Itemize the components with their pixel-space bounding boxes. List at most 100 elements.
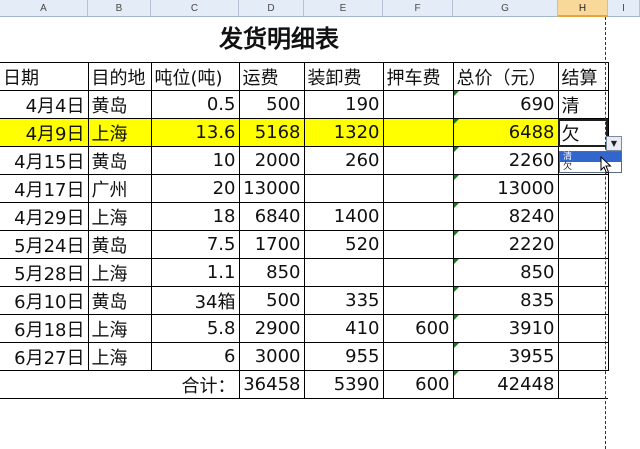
sheet-title[interactable]: 发货明细表 — [0, 18, 558, 61]
header-cell-date[interactable]: 日期 — [0, 62, 89, 91]
cell-settle[interactable]: 欠 — [557, 118, 609, 147]
cell-settle[interactable] — [557, 342, 609, 371]
totals-label[interactable]: 合计： — [0, 370, 239, 399]
cell-settle[interactable]: 清 — [557, 90, 609, 119]
cell-loading[interactable] — [303, 258, 384, 287]
cell-freight[interactable]: 1700 — [238, 230, 305, 259]
cell-freight[interactable]: 500 — [238, 90, 305, 119]
cell-freight[interactable]: 2900 — [238, 314, 305, 343]
cell-escort[interactable]: 600 — [382, 314, 454, 343]
cell-tons[interactable]: 13.6 — [150, 118, 240, 147]
cell-loading[interactable]: 955 — [303, 342, 384, 371]
header-cell-freight[interactable]: 运费 — [238, 62, 305, 91]
cell-tons[interactable]: 1.1 — [150, 258, 240, 287]
validation-dropdown-list[interactable]: 清 欠 — [559, 151, 622, 173]
cell-total[interactable]: 835 — [452, 286, 559, 315]
header-cell-loading[interactable]: 装卸费 — [303, 62, 384, 91]
header-cell-escort[interactable]: 押车费 — [382, 62, 454, 91]
cell-total[interactable]: 8240 — [452, 202, 559, 231]
cell-freight[interactable]: 6840 — [238, 202, 305, 231]
cell-escort[interactable] — [382, 146, 454, 175]
cell-dest[interactable]: 上海 — [87, 314, 152, 343]
cell-date[interactable]: 4月4日 — [0, 90, 89, 119]
cell-dest[interactable]: 黄岛 — [87, 286, 152, 315]
cell-dest[interactable]: 上海 — [87, 258, 152, 287]
cell-dest[interactable]: 黄岛 — [87, 146, 152, 175]
cell-escort[interactable] — [382, 258, 454, 287]
cell-date[interactable]: 4月15日 — [0, 146, 89, 175]
cell-freight[interactable]: 2000 — [238, 146, 305, 175]
cell-escort[interactable] — [382, 118, 454, 147]
cell-total[interactable]: 690 — [452, 90, 559, 119]
cell-loading[interactable]: 260 — [303, 146, 384, 175]
cell-freight[interactable]: 13000 — [238, 174, 305, 203]
column-header-b[interactable]: B — [88, 0, 151, 17]
cell-freight[interactable]: 5168 — [238, 118, 305, 147]
cell-total[interactable]: 6488 — [452, 118, 559, 147]
cell-loading[interactable]: 1400 — [303, 202, 384, 231]
cell-total[interactable]: 850 — [452, 258, 559, 287]
cell-date[interactable]: 4月29日 — [0, 202, 89, 231]
cell-escort[interactable] — [382, 286, 454, 315]
cell-escort[interactable] — [382, 202, 454, 231]
cell-date[interactable]: 6月27日 — [0, 342, 89, 371]
cell-tons[interactable]: 20 — [150, 174, 240, 203]
cell-total[interactable]: 13000 — [452, 174, 559, 203]
cell-dest[interactable]: 上海 — [87, 342, 152, 371]
cell-tons[interactable]: 34箱 — [150, 286, 240, 315]
cell-freight[interactable]: 3000 — [238, 342, 305, 371]
cell-tons[interactable]: 5.8 — [150, 314, 240, 343]
cell-escort[interactable] — [382, 230, 454, 259]
total-grand[interactable]: 42448 — [452, 370, 559, 399]
cell-loading[interactable]: 335 — [303, 286, 384, 315]
column-header-a[interactable]: A — [0, 0, 88, 17]
column-header-h[interactable]: H — [558, 0, 608, 17]
total-freight[interactable]: 36458 — [238, 370, 305, 399]
total-settle-empty[interactable] — [558, 370, 608, 399]
header-cell-tons[interactable]: 吨位(吨) — [150, 62, 240, 91]
cell-dest[interactable]: 上海 — [87, 118, 152, 147]
cell-dest[interactable]: 黄岛 — [87, 90, 152, 119]
cell-loading[interactable]: 1320 — [303, 118, 384, 147]
cell-date[interactable]: 5月28日 — [0, 258, 89, 287]
total-escort[interactable]: 600 — [382, 370, 454, 399]
header-cell-settle[interactable]: 结算 — [557, 62, 609, 91]
cell-escort[interactable] — [382, 342, 454, 371]
cell-loading[interactable]: 190 — [303, 90, 384, 119]
cell-tons[interactable]: 0.5 — [150, 90, 240, 119]
cell-tons[interactable]: 7.5 — [150, 230, 240, 259]
cell-date[interactable]: 5月24日 — [0, 230, 89, 259]
cell-total[interactable]: 2260 — [452, 146, 559, 175]
cell-loading[interactable]: 520 — [303, 230, 384, 259]
cell-total[interactable]: 3955 — [452, 342, 559, 371]
cell-freight[interactable]: 850 — [238, 258, 305, 287]
cell-date[interactable]: 6月10日 — [0, 286, 89, 315]
cell-date[interactable]: 6月18日 — [0, 314, 89, 343]
cell-settle[interactable] — [557, 202, 609, 231]
total-loading[interactable]: 5390 — [303, 370, 384, 399]
column-header-d[interactable]: D — [239, 0, 304, 17]
cell-tons[interactable]: 6 — [150, 342, 240, 371]
cell-date[interactable]: 4月9日 — [0, 118, 89, 147]
cell-dest[interactable]: 广州 — [87, 174, 152, 203]
column-header-e[interactable]: E — [304, 0, 383, 17]
column-header-c[interactable]: C — [151, 0, 239, 17]
column-header-i[interactable]: I — [608, 0, 640, 17]
cell-escort[interactable] — [382, 90, 454, 119]
cell-settle[interactable] — [557, 230, 609, 259]
cell-dest[interactable]: 黄岛 — [87, 230, 152, 259]
header-cell-total[interactable]: 总价（元） — [452, 62, 559, 91]
cell-loading[interactable] — [303, 174, 384, 203]
column-header-g[interactable]: G — [453, 0, 558, 17]
cell-settle[interactable] — [557, 174, 609, 203]
dropdown-arrow-icon[interactable]: ▼ — [606, 136, 622, 151]
cell-tons[interactable]: 10 — [150, 146, 240, 175]
cell-settle[interactable] — [557, 314, 609, 343]
cell-loading[interactable]: 410 — [303, 314, 384, 343]
cell-date[interactable]: 4月17日 — [0, 174, 89, 203]
cell-settle[interactable] — [557, 258, 609, 287]
cell-total[interactable]: 2220 — [452, 230, 559, 259]
cell-total[interactable]: 3910 — [452, 314, 559, 343]
column-header-f[interactable]: F — [383, 0, 453, 17]
cell-freight[interactable]: 500 — [238, 286, 305, 315]
